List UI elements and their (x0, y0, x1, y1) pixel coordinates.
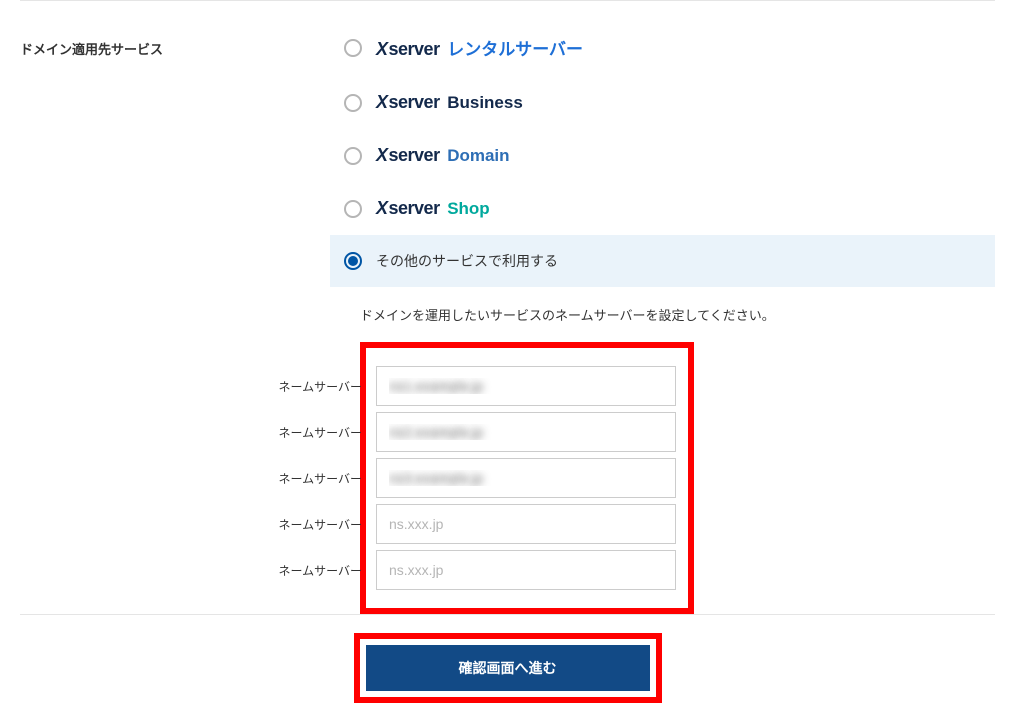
nameserver-input-2[interactable] (376, 412, 676, 452)
option-suffix-domain: Domain (447, 146, 509, 165)
submit-highlight-box: 確認画面へ進む (354, 633, 662, 703)
radio-icon (344, 39, 362, 57)
radio-icon-selected (344, 252, 362, 270)
options-column: Xserver レンタルサーバー Xserver Business Xserve… (330, 19, 995, 614)
nameserver-label-3: ネームサーバー (274, 470, 366, 487)
nameserver-section: ドメインを運用したいサービスのネームサーバーを設定してください。 ネームサーバー… (330, 287, 995, 614)
option-brand-business: Xserver Business (376, 92, 523, 113)
option-brand-shop: Xserver Shop (376, 198, 490, 219)
submit-button[interactable]: 確認画面へ進む (366, 645, 650, 691)
option-suffix-rental: レンタルサーバー (447, 40, 583, 59)
nameserver-instruction: ドメインを運用したいサービスのネームサーバーを設定してください。 (360, 305, 995, 324)
radio-option-other[interactable]: その他のサービスで利用する (330, 235, 995, 287)
submit-button-label: 確認画面へ進む (459, 658, 557, 678)
nameserver-input-1[interactable] (376, 366, 676, 406)
radio-icon (344, 200, 362, 218)
nameserver-label-4: ネームサーバー (274, 516, 366, 533)
nameserver-label-5: ネームサーバー (274, 562, 366, 579)
option-suffix-shop: Shop (447, 199, 490, 218)
nameserver-label-1: ネームサーバー (274, 378, 366, 395)
option-other-label: その他のサービスで利用する (376, 251, 558, 271)
radio-option-domain[interactable]: Xserver Domain (330, 129, 995, 182)
option-suffix-business: Business (447, 93, 523, 112)
radio-option-rental[interactable]: Xserver レンタルサーバー (330, 19, 995, 76)
nameserver-label-2: ネームサーバー (274, 424, 366, 441)
section-label: ドメイン適用先サービス (20, 19, 330, 58)
radio-option-business[interactable]: Xserver Business (330, 76, 995, 129)
radio-icon (344, 94, 362, 112)
radio-icon (344, 147, 362, 165)
option-brand-domain: Xserver Domain (376, 145, 510, 166)
nameserver-input-5[interactable] (376, 550, 676, 590)
radio-option-shop[interactable]: Xserver Shop (330, 182, 995, 235)
nameserver-input-4[interactable] (376, 504, 676, 544)
nameserver-highlight-box: ネームサーバー ネームサーバー ネームサーバー ネームサーバー (360, 342, 694, 614)
option-brand-rental: Xserver レンタルサーバー (376, 35, 583, 60)
nameserver-input-3[interactable] (376, 458, 676, 498)
